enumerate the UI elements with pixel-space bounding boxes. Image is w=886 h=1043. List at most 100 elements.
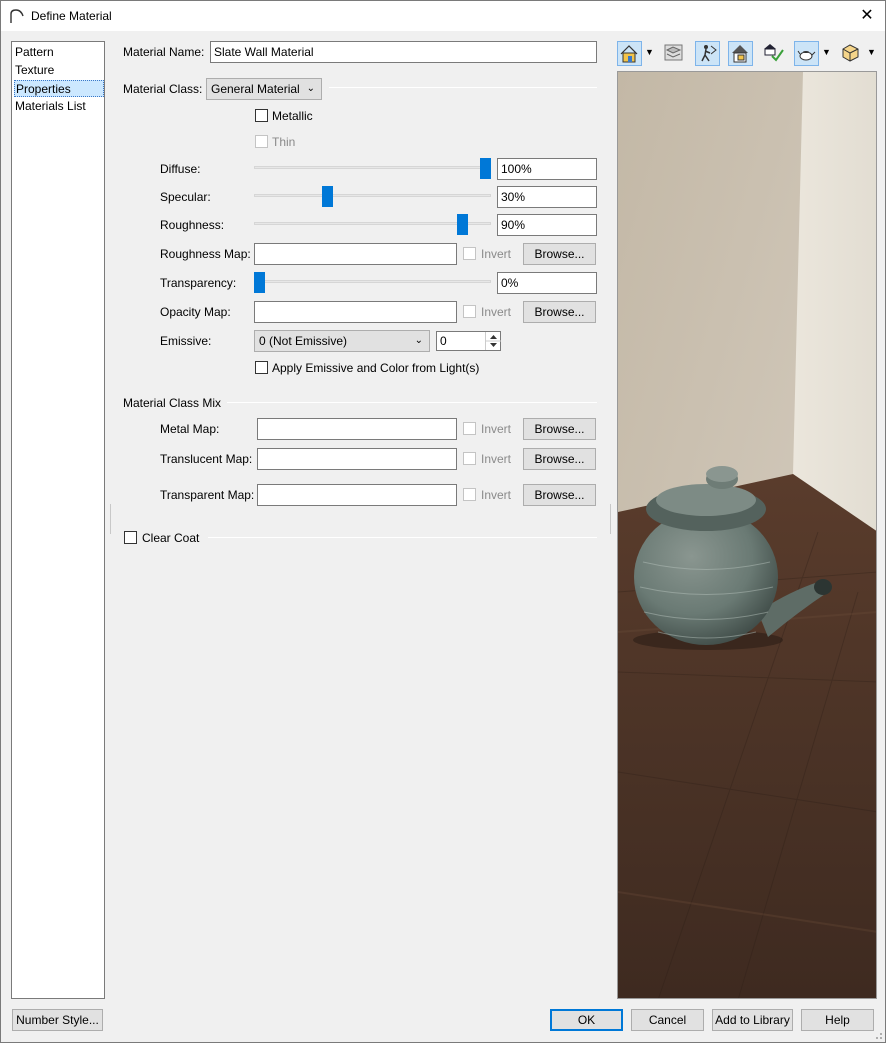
resize-grip-icon[interactable] (873, 1030, 883, 1040)
thin-checkbox[interactable] (255, 135, 268, 148)
chevron-down-icon: ⌄ (414, 335, 423, 346)
transparency-slider-track (254, 280, 491, 283)
clear-coat-checkbox[interactable] (124, 531, 137, 544)
layers-button[interactable] (662, 41, 687, 66)
spinner-arrows-icon (486, 335, 501, 347)
title-bar: Define Material ✕ (1, 1, 885, 31)
transparency-label: Transparency: (160, 276, 237, 290)
translucent-map-invert-label: Invert (481, 452, 512, 466)
box-3d-button[interactable] (839, 41, 864, 66)
emissive-label: Emissive: (160, 334, 212, 348)
roughness-slider-thumb[interactable] (457, 214, 469, 235)
diffuse-input[interactable]: 100% (497, 158, 597, 180)
cancel-button[interactable]: Cancel (631, 1009, 704, 1031)
material-class-mix-label: Material Class Mix (123, 396, 222, 410)
material-class-select[interactable]: General Material ⌄ (206, 78, 322, 100)
roughness-map-invert-checkbox[interactable] (463, 247, 476, 260)
transparent-map-invert-label: Invert (481, 488, 512, 502)
metal-map-invert-label: Invert (481, 422, 512, 436)
render-view-button[interactable] (617, 41, 642, 66)
nav-item-properties[interactable]: Properties (14, 80, 104, 97)
specular-label: Specular: (160, 190, 211, 204)
house-render-icon (620, 45, 638, 63)
translucent-map-label: Translucent Map: (160, 452, 253, 466)
opacity-map-browse-button[interactable]: Browse... (523, 301, 596, 323)
app-arc-icon (10, 9, 24, 23)
caret-down-icon[interactable]: ▼ (867, 47, 876, 57)
roughness-input[interactable]: 90% (497, 214, 597, 236)
apply-emissive-label: Apply Emissive and Color from Light(s) (272, 361, 480, 375)
roughness-map-input[interactable] (254, 243, 457, 265)
material-check-icon (764, 44, 784, 62)
transparent-map-invert-checkbox[interactable] (463, 488, 476, 501)
house-check-icon (732, 45, 748, 63)
box-3d-icon (842, 44, 859, 62)
diffuse-slider-thumb[interactable] (480, 158, 491, 179)
metal-map-input[interactable] (257, 418, 457, 440)
nav-item-materials-list[interactable]: Materials List (14, 98, 104, 115)
preview-render-image (618, 72, 876, 998)
translucent-map-input[interactable] (257, 448, 457, 470)
thin-label: Thin (272, 135, 296, 149)
specular-input[interactable]: 30% (497, 186, 597, 208)
walkthrough-button[interactable] (695, 41, 720, 66)
left-splitter-handle[interactable] (110, 504, 111, 534)
material-preview[interactable] (617, 71, 877, 999)
diffuse-label: Diffuse: (160, 162, 201, 176)
window-title: Define Material (31, 9, 112, 23)
walkthrough-icon (701, 45, 717, 62)
clear-coat-divider (208, 537, 597, 538)
layers-icon (664, 44, 683, 61)
emissive-value: 0 (Not Emissive) (259, 334, 348, 348)
right-splitter-handle[interactable] (610, 504, 611, 534)
specular-slider-thumb[interactable] (321, 186, 333, 207)
help-button[interactable]: Help (801, 1009, 874, 1031)
material-name-input[interactable]: Slate Wall Material (210, 41, 597, 63)
diffuse-slider-track (254, 166, 491, 169)
metallic-checkbox[interactable] (255, 109, 268, 122)
mix-divider (227, 402, 597, 403)
roughness-slider-track (254, 222, 491, 225)
caret-down-icon[interactable]: ▼ (645, 47, 654, 57)
nav-item-texture[interactable]: Texture (14, 62, 104, 79)
opacity-map-invert-label: Invert (481, 305, 512, 319)
material-check-button[interactable] (761, 41, 786, 66)
number-style-button[interactable]: Number Style... (12, 1009, 103, 1031)
translucent-map-invert-checkbox[interactable] (463, 452, 476, 465)
emissive-spinner[interactable] (485, 332, 501, 350)
caret-down-icon[interactable]: ▼ (822, 47, 831, 57)
add-to-library-button[interactable]: Add to Library (712, 1009, 793, 1031)
chevron-down-icon: ⌄ (306, 83, 315, 94)
apply-emissive-checkbox[interactable] (255, 361, 268, 374)
roughness-map-browse-button[interactable]: Browse... (523, 243, 596, 265)
metal-map-label: Metal Map: (160, 422, 220, 436)
specular-slider-track (254, 194, 491, 197)
roughness-map-label: Roughness Map: (160, 247, 251, 261)
metal-map-browse-button[interactable]: Browse... (523, 418, 596, 440)
close-icon[interactable]: ✕ (857, 6, 877, 26)
roughness-map-invert-label: Invert (481, 247, 512, 261)
transparency-input[interactable]: 0% (497, 272, 597, 294)
category-list: Pattern Texture Properties Materials Lis… (11, 41, 105, 999)
ok-button[interactable]: OK (550, 1009, 623, 1031)
house-check-button[interactable] (728, 41, 753, 66)
emissive-select[interactable]: 0 (Not Emissive) ⌄ (254, 330, 430, 352)
teapot-icon (797, 50, 816, 61)
material-class-label: Material Class: (123, 82, 203, 96)
translucent-map-browse-button[interactable]: Browse... (523, 448, 596, 470)
transparency-slider-thumb[interactable] (254, 272, 265, 293)
transparent-map-label: Transparent Map: (160, 488, 255, 502)
material-name-label: Material Name: (123, 45, 205, 59)
define-material-dialog: Define Material ✕ Pattern Texture Proper… (0, 0, 886, 1043)
opacity-map-input[interactable] (254, 301, 457, 323)
opacity-map-invert-checkbox[interactable] (463, 305, 476, 318)
material-class-value: General Material (211, 82, 300, 96)
metal-map-invert-checkbox[interactable] (463, 422, 476, 435)
class-divider (329, 87, 597, 88)
clear-coat-label: Clear Coat (142, 531, 200, 545)
nav-item-pattern[interactable]: Pattern (14, 44, 104, 61)
teapot-view-button[interactable] (794, 41, 819, 66)
transparent-map-browse-button[interactable]: Browse... (523, 484, 596, 506)
transparent-map-input[interactable] (257, 484, 457, 506)
opacity-map-label: Opacity Map: (160, 305, 231, 319)
